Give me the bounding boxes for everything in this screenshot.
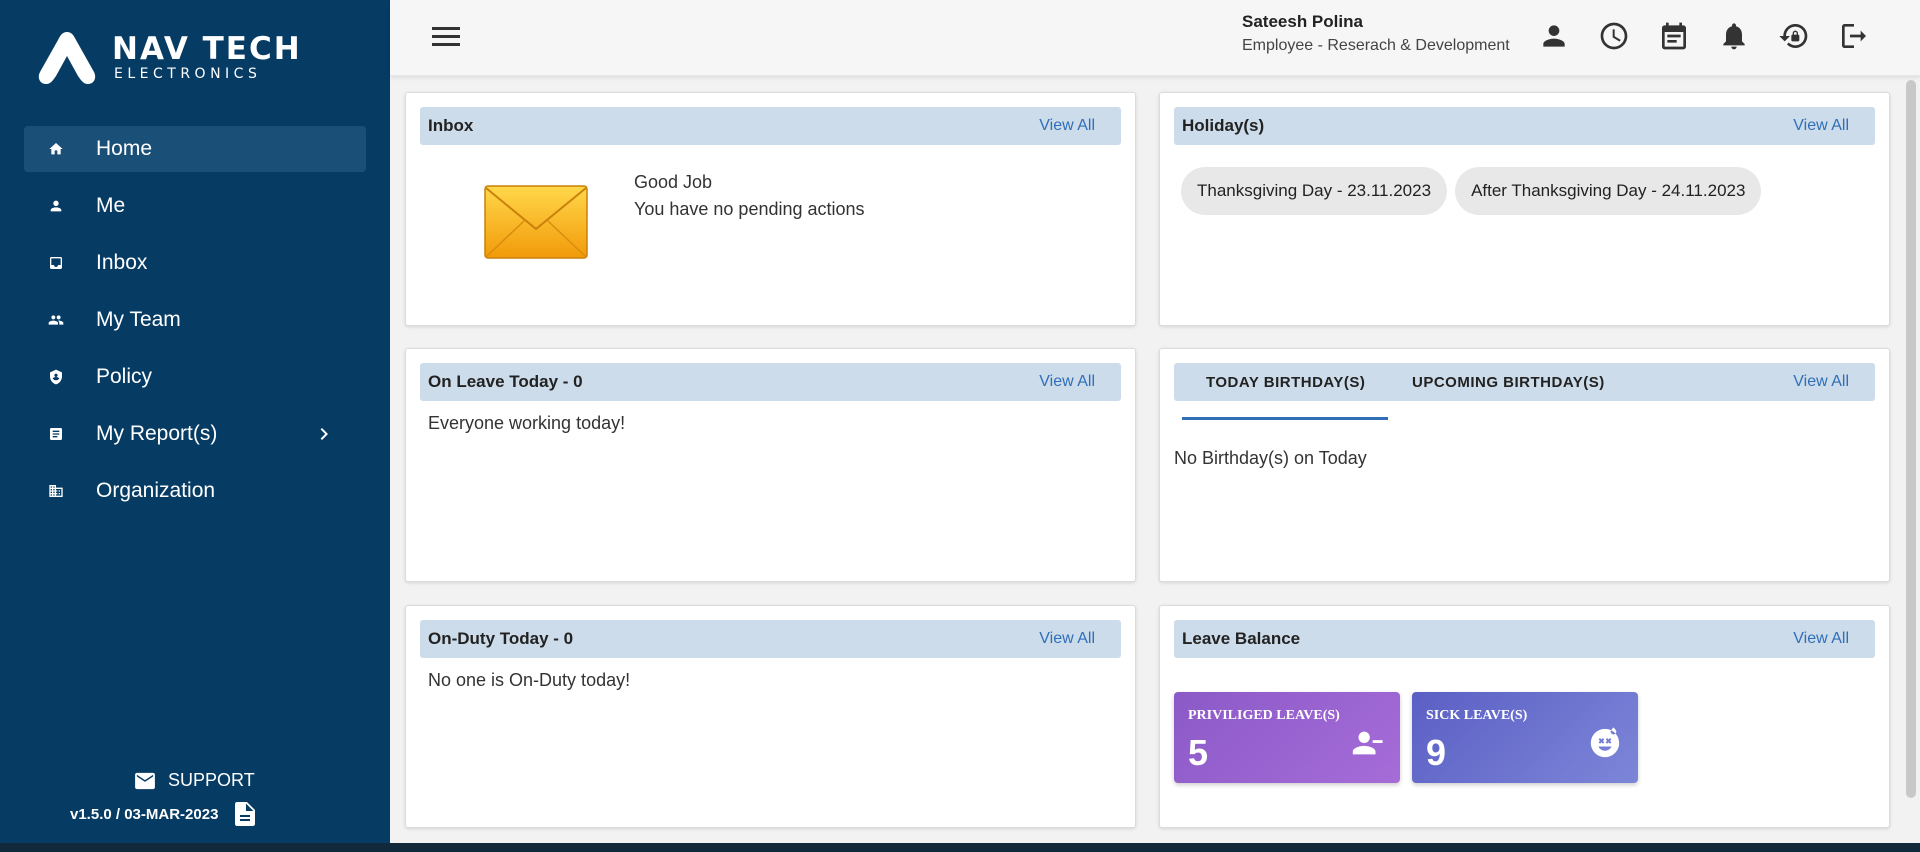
leave-balance-card: Leave Balance View All PRIVILIGED LEAVE(… [1159,605,1890,828]
birthday-tabs: TODAY BIRTHDAY(S) UPCOMING BIRTHDAY(S) V… [1174,363,1875,401]
card-title: Inbox [428,116,474,135]
version-label: v1.5.0 / 03-MAR-2023 [70,805,219,823]
group-icon [46,310,66,330]
user-info: Sateesh Polina Employee - Reserach & Dev… [1242,13,1510,54]
brand-name: NAV TECH [112,30,302,67]
on-duty-message: No one is On-Duty today! [428,670,631,690]
inbox-card: Inbox View All Good Job You have no pend… [405,92,1136,326]
shield-icon [46,367,66,387]
support-label: SUPPORT [168,770,255,790]
logo-mark-icon [38,32,96,84]
company-logo[interactable]: NAV TECH ELECTRONICS [34,28,302,86]
view-all-link[interactable]: View All [1039,117,1095,135]
main-scrollbar[interactable] [1906,80,1916,798]
card-title: On Leave Today - 0 [428,372,583,391]
tab-today-birthdays[interactable]: TODAY BIRTHDAY(S) [1206,363,1365,401]
mail-icon [135,772,155,789]
sidebar: NAV TECH ELECTRONICS Home Me Inbox My Te… [0,0,390,852]
report-icon [46,424,66,444]
view-all-link[interactable]: View All [1039,373,1095,391]
user-role: Employee - Reserach & Development [1242,37,1510,54]
sick-face-icon [1588,726,1622,760]
sidebar-item-label: My Team [96,308,181,331]
chevron-right-icon [312,422,336,446]
user-name: Sateesh Polina [1242,12,1363,31]
birthday-message: No Birthday(s) on Today [1174,448,1367,468]
sidebar-item-label: Organization [96,479,216,502]
holiday-chip[interactable]: Thanksgiving Day - 23.11.2023 [1181,167,1448,215]
sidebar-item-label: Home [96,137,153,160]
sidebar-item-label: My Report(s) [96,422,218,445]
sidebar-item-organization[interactable]: Organization [24,468,366,514]
card-title: Leave Balance [1182,629,1301,648]
card-header: Inbox View All [420,107,1121,145]
tab-upcoming-birthdays[interactable]: UPCOMING BIRTHDAY(S) [1412,363,1605,401]
calendar-icon[interactable] [1656,18,1692,54]
view-all-link[interactable]: View All [1039,630,1095,648]
inbox-icon [46,253,66,273]
tile-label: SICK LEAVE(S) [1426,708,1528,723]
birthdays-card: TODAY BIRTHDAY(S) UPCOMING BIRTHDAY(S) V… [1159,348,1890,582]
tile-label: PRIVILIGED LEAVE(S) [1188,708,1340,723]
organization-icon [46,481,66,501]
sidebar-item-my-team[interactable]: My Team [24,297,366,343]
sidebar-item-home[interactable]: Home [24,126,366,172]
inbox-message-title: Good Job [634,172,713,192]
lock-reset-icon[interactable] [1776,18,1812,54]
holidays-card: Holiday(s) View All Thanksgiving Day - 2… [1159,92,1890,326]
holiday-chip[interactable]: After Thanksgiving Day - 24.11.2023 [1455,167,1762,215]
inbox-message-body: You have no pending actions [634,199,865,219]
sidebar-item-label: Me [96,194,126,217]
sidebar-item-me[interactable]: Me [24,183,366,229]
envelope-icon [484,185,588,259]
brand-sub: ELECTRONICS [114,65,262,82]
card-header: Holiday(s) View All [1174,107,1875,145]
view-all-link[interactable]: View All [1793,630,1849,648]
menu-toggle-button[interactable] [430,20,462,52]
logout-icon[interactable] [1836,18,1872,54]
card-header: On Leave Today - 0 View All [420,363,1121,401]
profile-icon[interactable] [1536,18,1572,54]
tile-value: 9 [1426,732,1447,773]
header-actions [1536,18,1896,54]
holiday-list: Thanksgiving Day - 23.11.2023 After Than… [1181,167,1769,215]
clock-icon[interactable] [1596,18,1632,54]
on-leave-message: Everyone working today! [428,413,626,433]
active-tab-indicator [1182,417,1388,420]
sidebar-item-policy[interactable]: Policy [24,354,366,400]
sick-leave-tile[interactable]: SICK LEAVE(S) 9 [1412,692,1638,783]
card-header: On-Duty Today - 0 View All [420,620,1121,658]
person-remove-icon [1350,726,1384,760]
privileged-leave-tile[interactable]: PRIVILIGED LEAVE(S) 5 [1174,692,1400,783]
leave-tiles: PRIVILIGED LEAVE(S) 5 SICK LEAVE(S) 9 [1174,692,1650,783]
view-all-link[interactable]: View All [1793,373,1849,391]
document-icon[interactable] [234,801,256,827]
on-duty-card: On-Duty Today - 0 View All No one is On-… [405,605,1136,828]
person-icon [46,196,66,216]
tile-value: 5 [1188,732,1209,773]
card-title: Holiday(s) [1182,116,1265,135]
bell-icon[interactable] [1716,18,1752,54]
sidebar-nav: Home Me Inbox My Team Policy My Report(s… [24,126,366,525]
support-link[interactable]: SUPPORT [134,770,255,791]
taskbar-strip [0,843,1920,852]
view-all-link[interactable]: View All [1793,117,1849,135]
inbox-message: Good Job You have no pending actions [634,169,865,223]
home-icon [46,139,66,159]
on-leave-card: On Leave Today - 0 View All Everyone wor… [405,348,1136,582]
sidebar-item-label: Inbox [96,251,148,274]
card-header: Leave Balance View All [1174,620,1875,658]
card-title: On-Duty Today - 0 [428,629,574,648]
version-info: v1.5.0 / 03-MAR-2023 [70,801,256,827]
sidebar-item-my-reports[interactable]: My Report(s) [24,411,366,457]
sidebar-item-inbox[interactable]: Inbox [24,240,366,286]
sidebar-item-label: Policy [96,365,153,388]
dashboard: Inbox View All Good Job You have no pend… [390,76,1904,828]
top-header: Sateesh Polina Employee - Reserach & Dev… [390,0,1920,76]
hamburger-icon [432,27,460,46]
